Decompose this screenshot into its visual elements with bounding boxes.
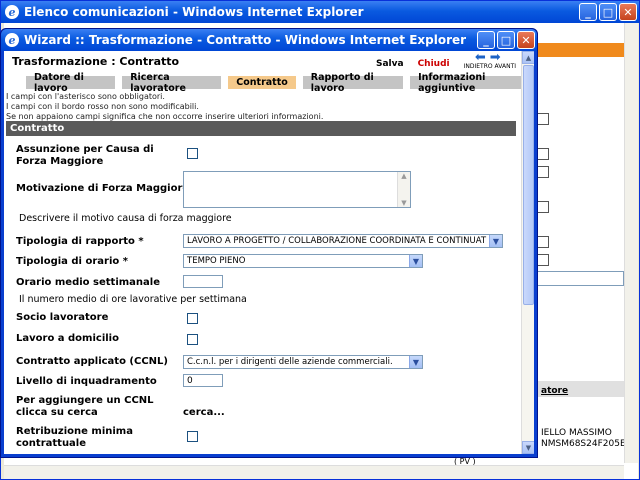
orario-input[interactable] [183,275,223,288]
bg-checkbox[interactable] [537,148,549,160]
tipologia-rapporto-label: Tipologia di rapporto * [16,236,144,247]
tab-datore[interactable]: Datore di lavoro [26,72,116,94]
motivazione-textarea[interactable]: ▲ ▼ [183,171,411,208]
bg-checkbox[interactable] [537,113,549,125]
domicilio-label: Lavoro a domicilio [16,333,119,344]
bg-input[interactable] [534,271,624,286]
nav-buttons: ⬅➡ INDIETRO AVANTI [464,51,516,70]
forza-maggiore-checkbox[interactable] [187,148,198,159]
ie-icon: e [5,33,19,47]
chevron-down-icon[interactable]: ▼ [489,235,502,247]
scroll-down-icon[interactable]: ▼ [522,441,534,454]
close-wizard-button[interactable]: Chiudi [418,59,450,69]
tab-bar: Datore di lavoro Ricerca lavoratore Cont… [26,72,534,94]
wizard-maximize-button[interactable]: □ [497,31,515,49]
retribuzione-label: Retribuzione minima contrattuale [16,426,133,449]
scroll-thumb[interactable] [523,65,534,305]
close-button[interactable]: ✕ [619,3,637,21]
tab-ricerca[interactable]: Ricerca lavoratore [122,72,222,94]
ie-icon: e [5,5,19,19]
textarea-scrollbar[interactable]: ▲ ▼ [397,172,410,207]
domicilio-checkbox[interactable] [187,334,198,345]
forward-button[interactable]: AVANTI [495,63,516,70]
wizard-titlebar: e Wizard :: Trasformazione - Contratto -… [1,29,537,51]
back-button[interactable]: INDIETRO [464,63,493,70]
tab-contratto[interactable]: Contratto [228,76,296,89]
bg-name-text: IELLO MASSIMO [541,428,612,438]
section-header: Contratto [6,121,516,136]
livello-input[interactable]: 0 [183,374,223,387]
tab-informazioni[interactable]: Informazioni aggiuntive [410,72,534,94]
bg-checkbox[interactable] [537,201,549,213]
aggiungere-label: Per aggiungere un CCNL clicca su cerca [16,395,154,418]
motivazione-label: Motivazione di Forza Maggiore [16,183,190,194]
tab-rapporto[interactable]: Rapporto di lavoro [302,72,404,94]
main-titlebar: e Elenco comunicazioni - Windows Interne… [1,1,639,23]
scroll-down-icon[interactable]: ▼ [401,199,406,207]
wizard-minimize-button[interactable]: _ [477,31,495,49]
arrow-icons: ⬅➡ [474,51,505,65]
wizard-close-button[interactable]: ✕ [517,31,535,49]
ccnl-label: Contratto applicato (CCNL) [16,356,168,367]
bg-scrollbar[interactable] [624,23,638,463]
ccnl-select[interactable]: C.c.n.l. per i dirigenti delle aziende c… [183,355,423,369]
note-text: I campi con l'asterisco sono obbligatori… [6,92,165,101]
tipologia-rapporto-value: LAVORO A PROGETTO / COLLABORAZIONE COORD… [187,236,487,246]
orario-hint: Il numero medio di ore lavorative per se… [19,294,247,305]
motivazione-hint: Descrivere il motivo causa di forza magg… [19,213,232,224]
bg-checkbox[interactable] [537,254,549,266]
tipologia-orario-select[interactable]: TEMPO PIENO ▼ [183,254,423,268]
scroll-up-icon[interactable]: ▲ [522,51,534,64]
bg-checkbox[interactable] [537,236,549,248]
maximize-button[interactable]: □ [599,3,617,21]
ccnl-value: C.c.n.l. per i dirigenti delle aziende c… [187,357,393,367]
save-button[interactable]: Salva [376,59,404,69]
bg-orange-bar [534,43,624,57]
wizard-window: e Wizard :: Trasformazione - Contratto -… [0,28,538,458]
scroll-up-icon[interactable]: ▲ [401,172,406,180]
wizard-scrollbar[interactable]: ▲ ▼ [521,51,534,454]
main-window-title: Elenco comunicazioni - Windows Internet … [24,5,364,19]
chevron-down-icon[interactable]: ▼ [409,356,422,368]
chevron-down-icon[interactable]: ▼ [409,255,422,267]
note-text: I campi con il bordo rosso non sono modi… [6,102,199,111]
bg-column-link[interactable]: atore [541,386,568,396]
wizard-title: Wizard :: Trasformazione - Contratto - W… [24,33,467,47]
tipologia-orario-label: Tipologia di orario * [16,256,128,267]
orario-label: Orario medio settimanale [16,277,160,288]
retribuzione-checkbox[interactable] [187,431,198,442]
bg-checkbox[interactable] [537,166,549,178]
bg-code-text: NMSM68S24F205E [541,439,626,449]
minimize-button[interactable]: _ [579,3,597,21]
tipologia-rapporto-select[interactable]: LAVORO A PROGETTO / COLLABORAZIONE COORD… [183,234,503,248]
tipologia-orario-value: TEMPO PIENO [187,256,246,266]
socio-label: Socio lavoratore [16,312,109,323]
page-title: Trasformazione : Contratto [12,55,180,68]
bg-hscrollbar[interactable] [4,465,624,479]
action-bar: Salva Chiudi ⬅➡ INDIETRO AVANTI [376,51,516,70]
forza-maggiore-label: Assunzione per Causa di Forza Maggiore [16,144,154,167]
socio-checkbox[interactable] [187,313,198,324]
cerca-link[interactable]: cerca... [183,407,225,419]
notes: I campi con l'asterisco sono obbligatori… [6,92,323,122]
wizard-content: Trasformazione : Contratto Salva Chiudi … [4,51,534,454]
livello-label: Livello di inquadramento [16,376,157,387]
